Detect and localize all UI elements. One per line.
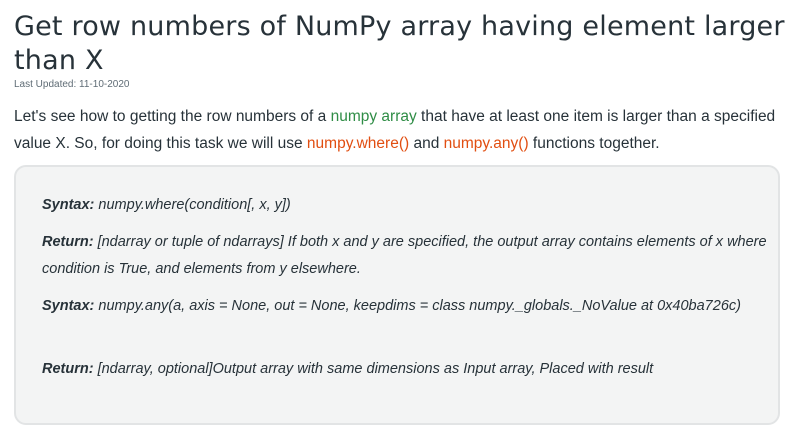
syntax-value: numpy.any(a, axis = None, out = None, ke… (94, 298, 741, 314)
syntax-value: numpy.where(condition[, x, y]) (94, 197, 291, 213)
return-label: Return: (42, 361, 94, 377)
numpy-any-function: numpy.any() (443, 135, 529, 152)
return-value: [ndarray or tuple of ndarrays] If both x… (42, 234, 767, 277)
syntax-label: Syntax: (42, 197, 95, 213)
syntax-where: Syntax: numpy.where(condition[, x, y]) (42, 192, 767, 219)
return-any: Return: [ndarray, optional]Output array … (42, 356, 767, 383)
page-title: Get row numbers of NumPy array having el… (14, 11, 785, 76)
intro-text: and (409, 135, 444, 152)
intro-text: functions together. (528, 135, 660, 152)
intro-paragraph: Let's see how to getting the row numbers… (14, 103, 786, 157)
last-updated: Last Updated: 11-10-2020 (14, 79, 130, 90)
return-where: Return: [ndarray or tuple of ndarrays] I… (42, 229, 767, 283)
return-value: [ndarray, optional]Output array with sam… (93, 361, 654, 377)
article: Get row numbers of NumPy array having el… (0, 0, 802, 425)
syntax-box: Syntax: numpy.where(condition[, x, y]) R… (14, 165, 780, 425)
numpy-where-function: numpy.where() (306, 135, 410, 152)
intro-text: Let's see how to getting the row numbers… (14, 108, 331, 125)
syntax-any: Syntax: numpy.any(a, axis = None, out = … (42, 293, 767, 320)
return-label: Return: (42, 234, 94, 250)
syntax-label: Syntax: (42, 298, 95, 314)
numpy-array-link[interactable]: numpy array (331, 108, 417, 125)
